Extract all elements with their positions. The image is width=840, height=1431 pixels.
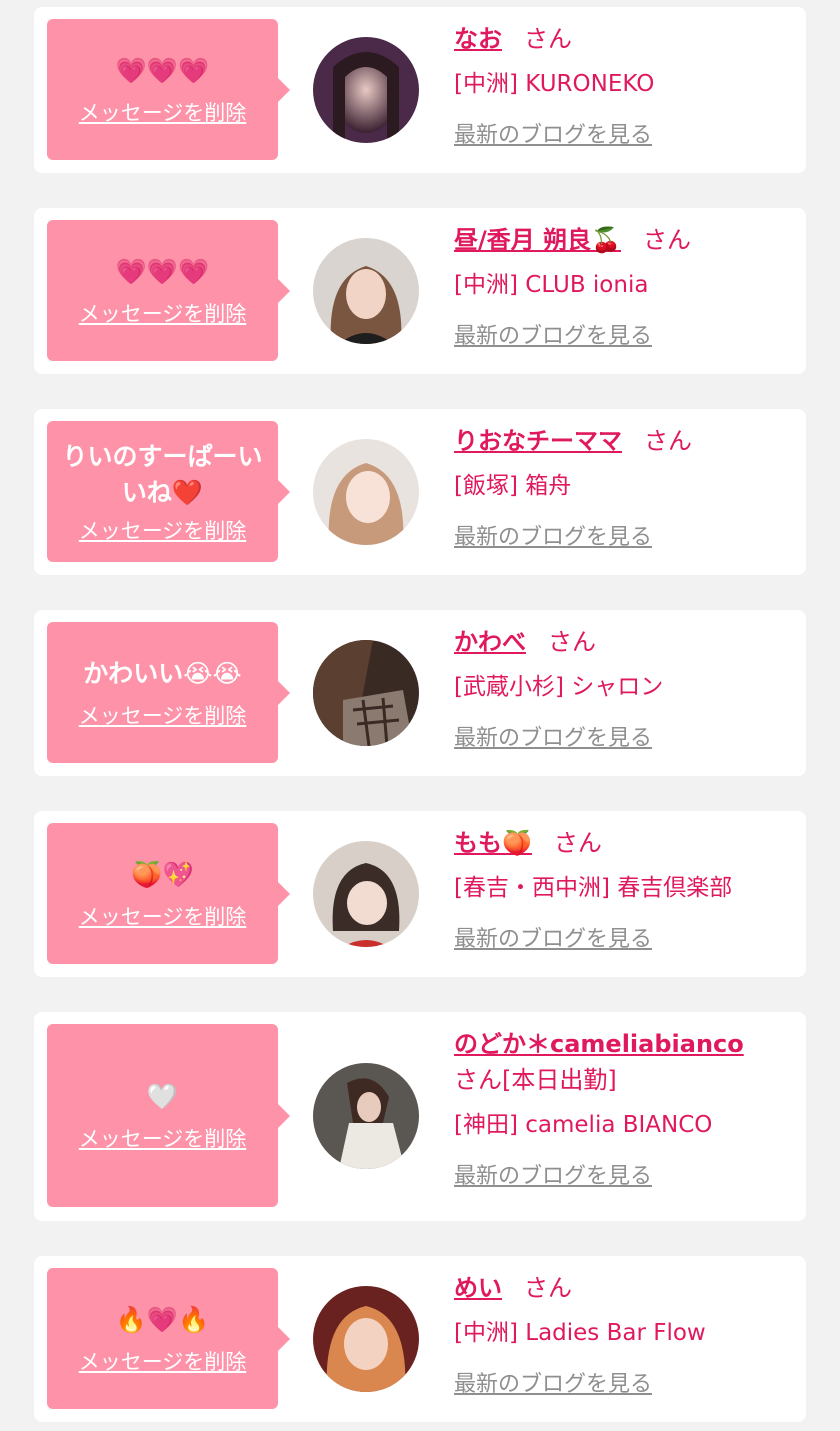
honorific: さん bbox=[524, 25, 572, 53]
message-bubble: かわいい😭😭 メッセージを削除 bbox=[47, 622, 290, 763]
attendance-tag: [本日出勤] bbox=[502, 1066, 617, 1094]
avatar-photo bbox=[313, 1063, 419, 1169]
card-info: 昼/香月 朔良🍒 さん [中洲] CLUB ionia 最新のブログを見る bbox=[454, 222, 790, 353]
latest-blog-link[interactable]: 最新のブログを見る bbox=[454, 924, 790, 956]
message-text: 🔥💗🔥 bbox=[115, 1304, 210, 1334]
honorific: さん bbox=[644, 427, 692, 455]
message-text: 💗💗💗 bbox=[115, 55, 210, 85]
message-text: りいのすーぱーいいね❤️ bbox=[62, 441, 263, 507]
avatar[interactable] bbox=[313, 1286, 419, 1392]
latest-blog-link[interactable]: 最新のブログを見る bbox=[454, 723, 790, 755]
honorific: さん bbox=[454, 1066, 502, 1094]
message-text: 🍑💖 bbox=[131, 859, 194, 889]
delete-message-link[interactable]: メッセージを削除 bbox=[79, 1123, 247, 1153]
latest-blog-link[interactable]: 最新のブログを見る bbox=[454, 1369, 790, 1401]
message-card: 🔥💗🔥 メッセージを削除 めい さん [中洲] Ladies Bar Flow 最… bbox=[34, 1256, 806, 1422]
avatar[interactable] bbox=[313, 439, 419, 545]
latest-blog-link[interactable]: 最新のブログを見る bbox=[454, 1161, 790, 1193]
avatar-photo bbox=[313, 1286, 419, 1392]
delete-message-link[interactable]: メッセージを削除 bbox=[79, 700, 247, 730]
avatar[interactable] bbox=[313, 841, 419, 947]
message-card: 💗💗💗 メッセージを削除 昼/香月 朔良🍒 さん [中洲] CLUB ionia … bbox=[34, 208, 806, 374]
shop-label: [中洲] Ladies Bar Flow bbox=[454, 1320, 706, 1346]
shop-label: [武蔵小杉] シャロン bbox=[454, 674, 664, 700]
honorific: さん bbox=[548, 628, 596, 656]
delete-message-link[interactable]: メッセージを削除 bbox=[79, 298, 247, 328]
card-info: なお さん [中洲] KURONEKO 最新のブログを見る bbox=[454, 21, 790, 152]
cast-name-link[interactable]: りおなチーママ bbox=[454, 427, 622, 455]
latest-blog-link[interactable]: 最新のブログを見る bbox=[454, 120, 790, 152]
message-text: かわいい😭😭 bbox=[83, 658, 242, 688]
message-card: 🍑💖 メッセージを削除 もも🍑 さん [春吉・西中洲] 春吉倶楽部 最新のブログを… bbox=[34, 811, 806, 977]
message-bubble: 🔥💗🔥 メッセージを削除 bbox=[47, 1268, 290, 1409]
message-list: 💗💗💗 メッセージを削除 なお さん [中洲] KURONEKO 最新のブログを見… bbox=[0, 0, 840, 1431]
cast-name-link[interactable]: めい bbox=[454, 1274, 502, 1302]
delete-message-link[interactable]: メッセージを削除 bbox=[79, 515, 247, 545]
avatar-photo bbox=[313, 640, 419, 746]
card-info: もも🍑 さん [春吉・西中洲] 春吉倶楽部 最新のブログを見る bbox=[454, 825, 790, 956]
avatar[interactable] bbox=[313, 640, 419, 746]
card-info: りおなチーママ さん [飯塚] 箱舟 最新のブログを見る bbox=[454, 423, 790, 554]
message-card: りいのすーぱーいいね❤️ メッセージを削除 りおなチーママ さん [飯塚] 箱舟 … bbox=[34, 409, 806, 575]
avatar[interactable] bbox=[313, 37, 419, 143]
message-bubble: りいのすーぱーいいね❤️ メッセージを削除 bbox=[47, 421, 290, 562]
cast-name-link[interactable]: なお bbox=[454, 25, 502, 53]
delete-message-link[interactable]: メッセージを削除 bbox=[79, 901, 247, 931]
avatar[interactable] bbox=[313, 1063, 419, 1169]
avatar-photo bbox=[313, 841, 419, 947]
avatar-photo bbox=[313, 439, 419, 545]
shop-label: [神田] camelia BIANCO bbox=[454, 1112, 713, 1138]
message-card: かわいい😭😭 メッセージを削除 かわべ さん [武蔵小杉] シャロン 最新のブログ… bbox=[34, 610, 806, 776]
message-bubble: 💗💗💗 メッセージを削除 bbox=[47, 220, 290, 361]
message-bubble: 💗💗💗 メッセージを削除 bbox=[47, 19, 290, 160]
shop-label: [中洲] CLUB ionia bbox=[454, 272, 649, 298]
card-info: かわべ さん [武蔵小杉] シャロン 最新のブログを見る bbox=[454, 624, 790, 755]
cast-name-link[interactable]: もも🍑 bbox=[454, 829, 532, 857]
avatar-photo bbox=[313, 37, 419, 143]
cast-name-link[interactable]: 昼/香月 朔良🍒 bbox=[454, 226, 621, 254]
message-card: 🤍 メッセージを削除 のどか＊cameliabianco さん[本日出勤] [神田… bbox=[34, 1012, 806, 1221]
delete-message-link[interactable]: メッセージを削除 bbox=[79, 97, 247, 127]
honorific: さん bbox=[524, 1274, 572, 1302]
cast-name-link[interactable]: かわべ bbox=[454, 628, 526, 656]
cast-name-link[interactable]: のどか＊cameliabianco bbox=[454, 1030, 744, 1058]
avatar[interactable] bbox=[313, 238, 419, 344]
shop-label: [中洲] KURONEKO bbox=[454, 71, 655, 97]
shop-label: [飯塚] 箱舟 bbox=[454, 473, 572, 499]
delete-message-link[interactable]: メッセージを削除 bbox=[79, 1346, 247, 1376]
honorific: さん bbox=[643, 226, 692, 254]
message-card: 💗💗💗 メッセージを削除 なお さん [中洲] KURONEKO 最新のブログを見… bbox=[34, 7, 806, 173]
shop-label: [春吉・西中洲] 春吉倶楽部 bbox=[454, 875, 733, 901]
message-text: 🤍 bbox=[146, 1081, 179, 1111]
honorific: さん bbox=[553, 829, 602, 857]
message-text: 💗💗💗 bbox=[115, 256, 210, 286]
latest-blog-link[interactable]: 最新のブログを見る bbox=[454, 522, 790, 554]
avatar-photo bbox=[313, 238, 419, 344]
latest-blog-link[interactable]: 最新のブログを見る bbox=[454, 321, 790, 353]
message-bubble: 🤍 メッセージを削除 bbox=[47, 1024, 290, 1207]
card-info: のどか＊cameliabianco さん[本日出勤] [神田] camelia B… bbox=[454, 1026, 790, 1193]
card-info: めい さん [中洲] Ladies Bar Flow 最新のブログを見る bbox=[454, 1270, 790, 1401]
message-bubble: 🍑💖 メッセージを削除 bbox=[47, 823, 290, 964]
